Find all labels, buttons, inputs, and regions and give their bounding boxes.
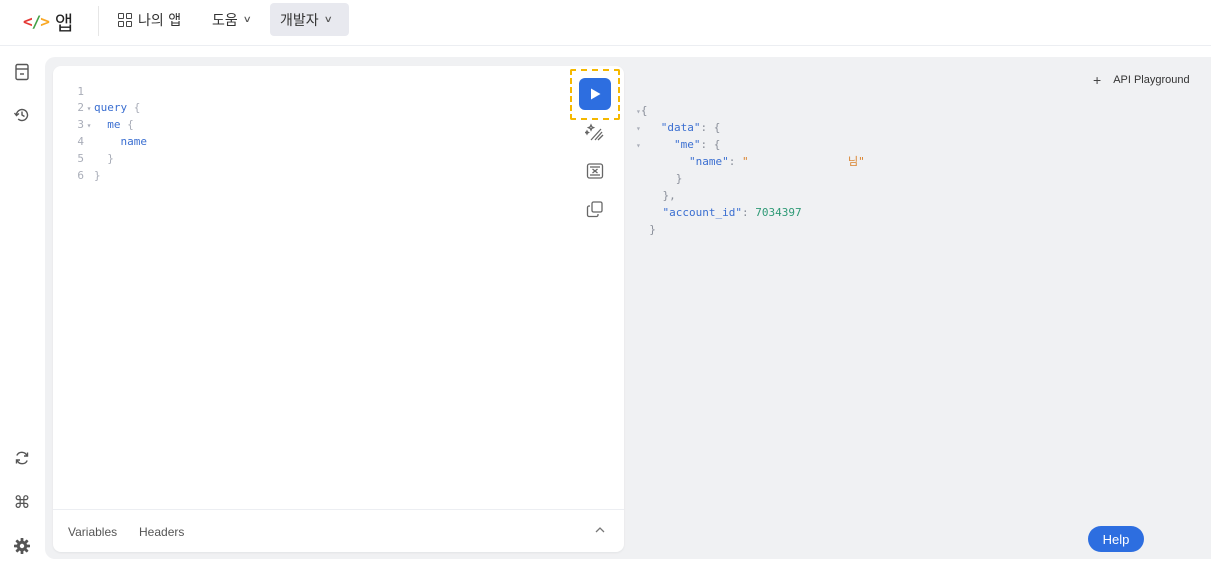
top-navigation-bar: </> 앱 나의 앱 도움 ∨ 개발자 ∨ bbox=[0, 0, 1211, 46]
code-line: 6 } bbox=[77, 169, 101, 182]
nav-divider bbox=[98, 6, 99, 36]
editor-footer: Variables Headers bbox=[53, 509, 624, 552]
nav-help-menu[interactable]: 도움 ∨ bbox=[202, 3, 260, 36]
result-line: "account_id": 7034397 bbox=[662, 206, 802, 219]
app-logo[interactable]: </> 앱 bbox=[23, 8, 74, 35]
help-button[interactable]: Help bbox=[1088, 526, 1144, 552]
code-line: 5 } bbox=[77, 152, 114, 165]
chevron-down-icon: ∨ bbox=[242, 14, 252, 25]
prettify-icon[interactable] bbox=[584, 121, 606, 143]
refresh-icon[interactable] bbox=[12, 448, 32, 468]
tab-api-playground-label: API Playground bbox=[1113, 74, 1190, 86]
nav-developer-label: 개발자 bbox=[280, 12, 319, 29]
code-line: 1 bbox=[77, 85, 84, 98]
result-line: ▾ "me": { bbox=[636, 138, 721, 151]
tab-headers[interactable]: Headers bbox=[139, 525, 184, 539]
nav-help-label: 도움 bbox=[212, 12, 238, 29]
result-line: "name": " 님" bbox=[688, 155, 865, 168]
result-line: } bbox=[675, 172, 683, 185]
nav-developer-menu[interactable]: 개발자 ∨ bbox=[270, 3, 349, 36]
code-line: 4 name bbox=[77, 135, 147, 148]
history-icon[interactable] bbox=[12, 105, 32, 125]
play-icon bbox=[591, 88, 601, 100]
code-line: 3 ▾ me { bbox=[70, 116, 133, 133]
nav-my-apps[interactable]: 나의 앱 bbox=[108, 3, 191, 36]
command-icon[interactable]: ⌘ bbox=[12, 493, 32, 513]
chevron-up-icon[interactable] bbox=[594, 523, 606, 541]
tab-api-playground[interactable]: + API Playground bbox=[1093, 72, 1190, 88]
code-line: 2 ▾ query { bbox=[70, 99, 140, 116]
copy-icon[interactable] bbox=[584, 198, 606, 220]
add-tab-icon[interactable]: + bbox=[1093, 72, 1101, 88]
result-line: ▾ "data": { bbox=[636, 121, 721, 134]
fold-arrow-icon: ▾ bbox=[86, 104, 92, 113]
result-line: ▾{ bbox=[636, 104, 648, 117]
result-line: } bbox=[649, 223, 656, 236]
app-logo-text: 앱 bbox=[54, 10, 74, 35]
tab-variables[interactable]: Variables bbox=[68, 525, 117, 539]
nav-my-apps-label: 나의 앱 bbox=[138, 12, 182, 29]
chevron-down-icon: ∨ bbox=[323, 14, 333, 25]
merge-fragments-icon[interactable] bbox=[584, 160, 606, 182]
fold-arrow-icon: ▾ bbox=[86, 121, 92, 130]
document-icon[interactable] bbox=[12, 62, 32, 82]
grid-icon bbox=[118, 12, 132, 27]
run-query-button[interactable] bbox=[579, 78, 611, 110]
result-line: }, bbox=[662, 189, 676, 202]
settings-icon[interactable] bbox=[12, 536, 32, 556]
left-sidebar: ⌘ bbox=[0, 47, 45, 565]
code-logo-icon: </> bbox=[23, 11, 50, 31]
